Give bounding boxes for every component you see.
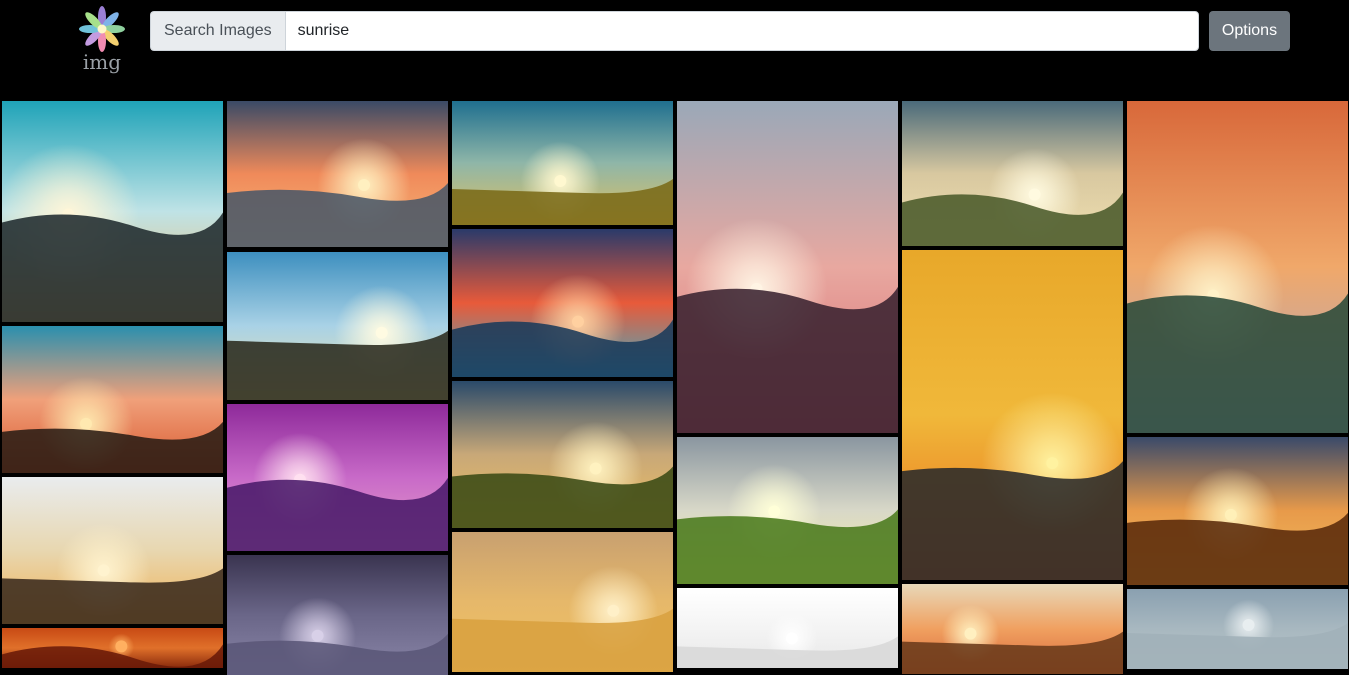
photo-bright-white-sky bbox=[677, 588, 898, 668]
photo-rock-formation-sunrise bbox=[902, 584, 1123, 674]
image-tile-sunrise-desert-dunes[interactable] bbox=[2, 628, 223, 668]
photo-purple-beach-waves bbox=[227, 404, 448, 551]
photo-lone-tree-sunrise bbox=[677, 437, 898, 584]
photo-autumn-valley-sunrise bbox=[1127, 437, 1348, 585]
image-tile-sunrise-branches-silhouette[interactable] bbox=[2, 326, 223, 473]
photo-sunrise-desert-dunes bbox=[2, 628, 223, 668]
search-bar: Search Images bbox=[150, 11, 1199, 51]
photo-pink-sunrise-mountains bbox=[677, 101, 898, 433]
image-tile-lone-tree-sunrise[interactable] bbox=[677, 437, 898, 584]
photo-sunrise-mountain-grass bbox=[2, 101, 223, 322]
image-tile-sea-sunrise-waves[interactable] bbox=[902, 250, 1123, 580]
logo-text: img bbox=[82, 50, 122, 74]
photo-sunrise-branches-silhouette bbox=[2, 326, 223, 473]
image-tile-rock-formation-sunrise[interactable] bbox=[902, 584, 1123, 674]
image-tile-purple-beach-waves[interactable] bbox=[227, 404, 448, 551]
image-tile-hazy-purple-sky[interactable] bbox=[227, 555, 448, 675]
image-tile-sunrise-golden-field[interactable] bbox=[452, 101, 673, 225]
photo-hazy-purple-sky bbox=[227, 555, 448, 675]
photo-rocky-mountain-sunrise bbox=[902, 101, 1123, 246]
image-tile-golden-haze-sky[interactable] bbox=[452, 532, 673, 672]
photo-misty-valley-trees bbox=[452, 381, 673, 528]
image-gallery bbox=[0, 100, 1349, 675]
image-tile-reflection-lake-silhouette[interactable] bbox=[452, 229, 673, 377]
photo-reflection-lake-silhouette bbox=[452, 229, 673, 377]
photo-person-arms-open-sunrise bbox=[227, 252, 448, 400]
image-tile-pink-sunrise-mountains[interactable] bbox=[677, 101, 898, 433]
search-input[interactable] bbox=[284, 11, 1199, 51]
site-logo[interactable]: img bbox=[76, 3, 128, 77]
photo-sunrise-above-clouds bbox=[2, 477, 223, 624]
image-tile-bright-white-sky[interactable] bbox=[677, 588, 898, 668]
photo-wild-grass-sunrise bbox=[1127, 101, 1348, 433]
header-bar: img Search Images Options bbox=[0, 0, 1349, 100]
flower-logo-icon bbox=[79, 6, 125, 52]
image-tile-sunrise-mountain-grass[interactable] bbox=[2, 101, 223, 322]
image-tile-person-arms-open-sunrise[interactable] bbox=[227, 252, 448, 400]
photo-pale-blue-sky bbox=[1127, 589, 1348, 669]
image-tile-autumn-valley-sunrise[interactable] bbox=[1127, 437, 1348, 585]
image-tile-misty-valley-trees[interactable] bbox=[452, 381, 673, 528]
options-button[interactable]: Options bbox=[1209, 11, 1290, 51]
image-tile-sunrise-sea-clouds[interactable] bbox=[227, 101, 448, 247]
image-tile-pale-blue-sky[interactable] bbox=[1127, 589, 1348, 669]
image-tile-wild-grass-sunrise[interactable] bbox=[1127, 101, 1348, 433]
image-tile-rocky-mountain-sunrise[interactable] bbox=[902, 101, 1123, 246]
photo-golden-haze-sky bbox=[452, 532, 673, 672]
photo-sunrise-sea-clouds bbox=[227, 101, 448, 247]
photo-sunrise-golden-field bbox=[452, 101, 673, 225]
image-tile-sunrise-above-clouds[interactable] bbox=[2, 477, 223, 624]
photo-sea-sunrise-waves bbox=[902, 250, 1123, 580]
search-label: Search Images bbox=[150, 11, 285, 51]
